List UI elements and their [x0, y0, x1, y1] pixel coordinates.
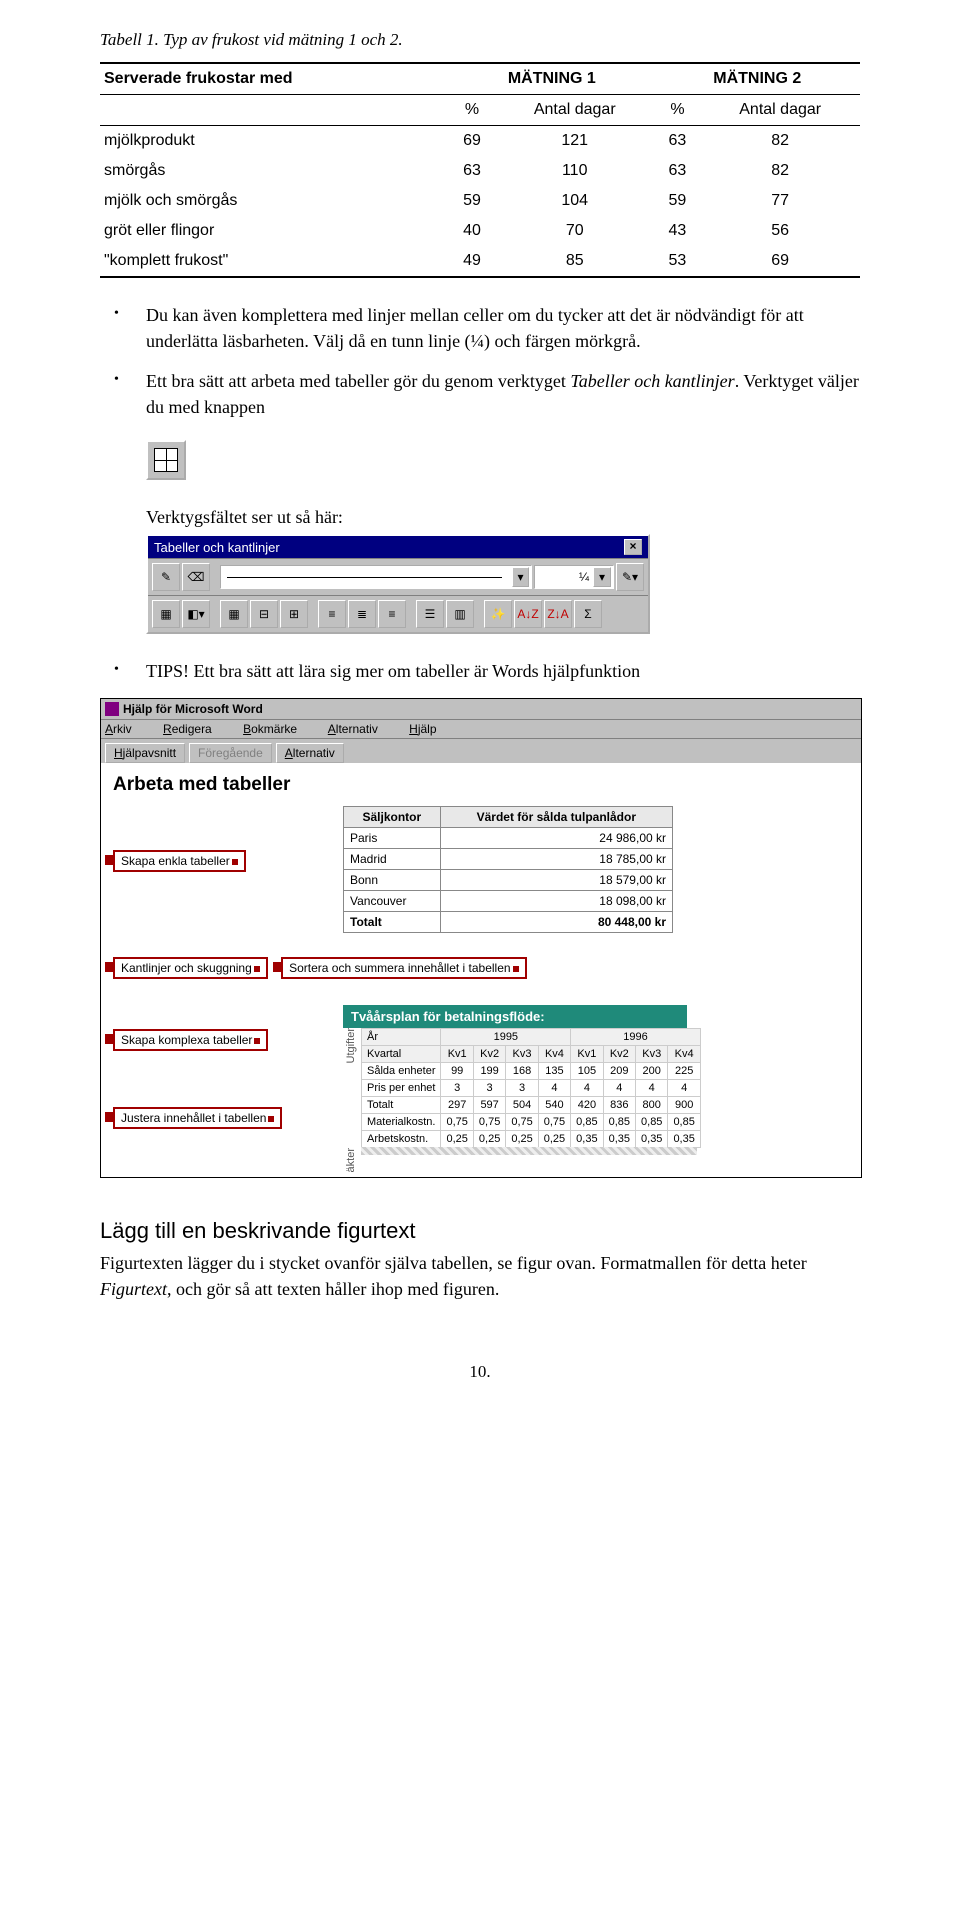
side-label-akter: äkter	[343, 1148, 359, 1172]
tbl1-sub1: %	[449, 95, 495, 126]
tulip-h1: Säljkontor	[344, 807, 441, 828]
table-row: mjölk och smörgås591045977	[100, 186, 860, 216]
merge-cells-icon[interactable]: ⊟	[250, 600, 278, 628]
align-bot-icon[interactable]: ≡	[378, 600, 406, 628]
table-row: gröt eller flingor40704356	[100, 216, 860, 246]
side-label-utgifter: Utgifter	[343, 1028, 359, 1063]
section-p-italic: Figurtext	[100, 1279, 167, 1299]
toolbar-subhead: Verktygsfältet ser ut så här:	[146, 507, 860, 528]
section-para: Figurtexten lägger du i stycket ovanför …	[100, 1250, 860, 1302]
pen-color-icon[interactable]: ✎▾	[616, 563, 644, 591]
section-p-a: Figurtexten lägger du i stycket ovanför …	[100, 1253, 807, 1273]
autosum-icon[interactable]: Σ	[574, 600, 602, 628]
section-p-b: , och gör så att texten håller ihop med …	[167, 1279, 499, 1299]
tbl1-h3: MÄTNING 2	[655, 63, 860, 95]
bullet-2-a: Ett bra sätt att arbeta med tabeller gör…	[146, 371, 570, 391]
menu-arkiv[interactable]: Arkiv	[105, 722, 146, 736]
dist-cols-icon[interactable]: ▥	[446, 600, 474, 628]
table-row: mjölkprodukt691216382	[100, 126, 860, 157]
tab-hjalpavsnitt[interactable]: Hjälpavsnitt	[105, 743, 185, 763]
tbl1-sub2: Antal dagar	[495, 95, 655, 126]
section-heading: Lägg till en beskrivande figurtext	[100, 1218, 860, 1244]
table-row: Vancouver18 098,00 kr	[344, 891, 673, 912]
help-heading: Arbeta med tabeller	[113, 774, 849, 796]
pencil-icon[interactable]: ✎	[152, 563, 180, 591]
plan-table: År19951996KvartalKv1Kv2Kv3Kv4Kv1Kv2Kv3Kv…	[361, 1028, 701, 1148]
table-caption: Tabell 1. Typ av frukost vid mätning 1 o…	[100, 30, 860, 50]
line-width-combo[interactable]: ¼ ▾	[534, 565, 614, 589]
line-style-combo[interactable]: ▾	[220, 565, 532, 589]
tbl1-sub3: %	[655, 95, 701, 126]
table-row: "komplett frukost"49855369	[100, 246, 860, 277]
word-help-window: Hjälp för Microsoft Word Arkiv Redigera …	[100, 698, 862, 1177]
toolbar-close-button[interactable]: ×	[624, 539, 642, 555]
help-title: Hjälp för Microsoft Word	[123, 702, 263, 716]
menu-hjalp[interactable]: Hjälp	[409, 722, 450, 736]
table-row: Madrid18 785,00 kr	[344, 849, 673, 870]
help-link-justera[interactable]: Justera innehållet i tabellen	[113, 1107, 282, 1129]
border-icon[interactable]: ▦	[152, 600, 180, 628]
align-top-icon[interactable]: ≡	[318, 600, 346, 628]
tbl1-h2: MÄTNING 1	[449, 63, 654, 95]
autoformat-icon[interactable]: ✨	[484, 600, 512, 628]
table-row: Paris24 986,00 kr	[344, 828, 673, 849]
chevron-down-icon[interactable]: ▾	[593, 567, 611, 587]
bullet-2-italic: Tabeller och kantlinjer	[570, 371, 734, 391]
dist-rows-icon[interactable]: ☰	[416, 600, 444, 628]
tab-alternativ[interactable]: Alternativ	[276, 743, 344, 763]
menu-alternativ[interactable]: Alternativ	[328, 722, 392, 736]
tips-text: TIPS! Ett bra sätt att lära sig mer om t…	[146, 661, 640, 681]
table-cutoff	[361, 1147, 697, 1155]
tbl1-h1: Serverade frukostar med	[100, 63, 449, 95]
tulip-table: Säljkontor Värdet för sålda tulpanlådor …	[343, 806, 673, 933]
tbl1-sub4: Antal dagar	[700, 95, 860, 126]
tab-foregaende: Föregående	[189, 743, 272, 763]
chevron-down-icon[interactable]: ▾	[512, 567, 529, 587]
table-row-total: Totalt80 448,00 kr	[344, 912, 673, 933]
bullet-1-text: Du kan även komplettera med linjer mella…	[146, 305, 804, 351]
bullet-1: Du kan även komplettera med linjer mella…	[100, 302, 860, 354]
help-menubar[interactable]: Arkiv Redigera Bokmärke Alternativ Hjälp	[101, 720, 861, 739]
line-width-value: ¼	[579, 570, 589, 584]
help-link-komplexa[interactable]: Skapa komplexa tabeller	[113, 1029, 268, 1051]
menu-bokmarke[interactable]: Bokmärke	[243, 722, 311, 736]
fill-icon[interactable]: ◧▾	[182, 600, 210, 628]
align-mid-icon[interactable]: ≣	[348, 600, 376, 628]
bullet-tips: TIPS! Ett bra sätt att lära sig mer om t…	[100, 658, 860, 684]
help-book-icon	[105, 702, 119, 716]
breakfast-table: Serverade frukostar med MÄTNING 1 MÄTNIN…	[100, 62, 860, 278]
tulip-h2: Värdet för sålda tulpanlådor	[440, 807, 672, 828]
help-link-kantlinjer[interactable]: Kantlinjer och skuggning	[113, 957, 268, 979]
insert-table-icon[interactable]: ▦	[220, 600, 248, 628]
page-number: 10.	[100, 1362, 860, 1382]
teal-header: Tvåårsplan för betalningsflöde:	[343, 1005, 687, 1028]
sort-desc-icon[interactable]: Z↓A	[544, 600, 572, 628]
help-link-enkla[interactable]: Skapa enkla tabeller	[113, 850, 246, 872]
tables-toolbar-button-icon[interactable]	[146, 440, 186, 480]
bullet-2: Ett bra sätt att arbeta med tabeller gör…	[100, 368, 860, 420]
tables-borders-toolbar: Tabeller och kantlinjer × ✎ ⌫ ▾ ¼ ▾ ✎▾ ▦…	[146, 534, 650, 634]
table-row: Bonn18 579,00 kr	[344, 870, 673, 891]
menu-redigera[interactable]: Redigera	[163, 722, 226, 736]
split-cells-icon[interactable]: ⊞	[280, 600, 308, 628]
help-link-sortera[interactable]: Sortera och summera innehållet i tabelle…	[281, 957, 526, 979]
eraser-icon[interactable]: ⌫	[182, 563, 210, 591]
table-row: smörgås631106382	[100, 156, 860, 186]
toolbar-title: Tabeller och kantlinjer	[154, 540, 280, 555]
sort-asc-icon[interactable]: A↓Z	[514, 600, 542, 628]
